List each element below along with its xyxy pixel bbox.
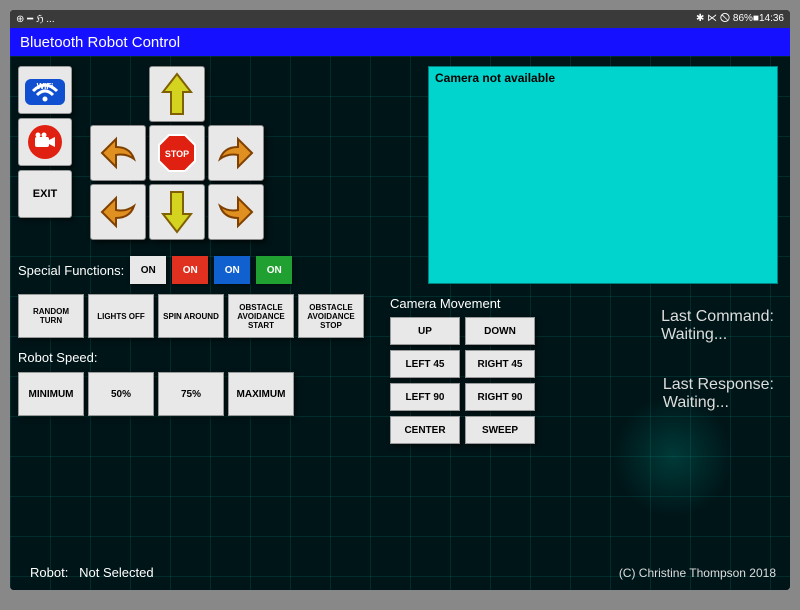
special-toggle-2[interactable]: ON bbox=[172, 256, 208, 284]
arrow-curve-back-left-icon bbox=[94, 188, 142, 236]
cam-down-button[interactable]: DOWN bbox=[465, 317, 535, 345]
special-toggle-4[interactable]: ON bbox=[256, 256, 292, 284]
last-response-value: Waiting... bbox=[663, 394, 774, 412]
dpad-up[interactable] bbox=[149, 66, 205, 122]
obstacle-stop-button[interactable]: OBSTACLE AVOIDANCE STOP bbox=[298, 294, 364, 338]
dpad-down[interactable] bbox=[149, 184, 205, 240]
camera-record-icon bbox=[23, 123, 67, 161]
special-toggle-3[interactable]: ON bbox=[214, 256, 250, 284]
camera-movement-panel: Camera Movement UP DOWN LEFT 45 RIGHT 45… bbox=[390, 296, 535, 444]
copyright: (C) Christine Thompson 2018 bbox=[619, 566, 776, 580]
svg-text:STOP: STOP bbox=[165, 149, 189, 159]
speed-min-button[interactable]: MINIMUM bbox=[18, 372, 84, 416]
wifi-button[interactable]: WiFi bbox=[18, 66, 72, 114]
dpad-stop[interactable]: STOP bbox=[149, 125, 205, 181]
app-title: Bluetooth Robot Control bbox=[20, 34, 180, 51]
arrow-curve-right-icon bbox=[212, 129, 260, 177]
wifi-icon: WiFi bbox=[23, 71, 67, 109]
direction-pad: STOP bbox=[90, 66, 264, 240]
special-toggle-1[interactable]: ON bbox=[130, 256, 166, 284]
robot-selection: Robot: Not Selected bbox=[30, 565, 154, 580]
dpad-back-left[interactable] bbox=[90, 184, 146, 240]
last-response: Last Response: Waiting... bbox=[663, 376, 774, 412]
cam-left90-button[interactable]: LEFT 90 bbox=[390, 383, 460, 411]
status-bar: ⊕ ━ ℌ ... ✱ ⋉ 🛇 86%■14:36 bbox=[10, 10, 790, 28]
status-left: ⊕ ━ ℌ ... bbox=[16, 14, 55, 25]
arrow-down-icon bbox=[157, 188, 197, 236]
speed-75-button[interactable]: 75% bbox=[158, 372, 224, 416]
arrow-up-icon bbox=[157, 70, 197, 118]
speed-max-button[interactable]: MAXIMUM bbox=[228, 372, 294, 416]
svg-text:WiFi: WiFi bbox=[37, 82, 54, 91]
stop-icon: STOP bbox=[155, 131, 199, 175]
exit-label: EXIT bbox=[33, 188, 57, 200]
function-row: RANDOM TURN LIGHTS OFF SPIN AROUND OBSTA… bbox=[18, 294, 364, 338]
random-turn-button[interactable]: RANDOM TURN bbox=[18, 294, 84, 338]
lights-off-button[interactable]: LIGHTS OFF bbox=[88, 294, 154, 338]
last-response-label: Last Response: bbox=[663, 376, 774, 394]
cam-up-button[interactable]: UP bbox=[390, 317, 460, 345]
dpad-right[interactable] bbox=[208, 125, 264, 181]
last-command-value: Waiting... bbox=[661, 326, 774, 344]
obstacle-start-button[interactable]: OBSTACLE AVOIDANCE START bbox=[228, 294, 294, 338]
exit-button[interactable]: EXIT bbox=[18, 170, 72, 218]
record-button[interactable] bbox=[18, 118, 72, 166]
camera-message: Camera not available bbox=[435, 71, 555, 85]
robot-label: Robot: bbox=[30, 565, 68, 580]
cam-right90-button[interactable]: RIGHT 90 bbox=[465, 383, 535, 411]
dpad-back-right[interactable] bbox=[208, 184, 264, 240]
special-functions-row: Special Functions: ON ON ON ON bbox=[18, 256, 292, 284]
last-command-label: Last Command: bbox=[661, 308, 774, 326]
cam-center-button[interactable]: CENTER bbox=[390, 416, 460, 444]
camera-movement-label: Camera Movement bbox=[390, 296, 535, 311]
arrow-curve-left-icon bbox=[94, 129, 142, 177]
arrow-curve-back-right-icon bbox=[212, 188, 260, 236]
last-command: Last Command: Waiting... bbox=[661, 308, 774, 344]
speed-50-button[interactable]: 50% bbox=[88, 372, 154, 416]
robot-value: Not Selected bbox=[79, 565, 153, 580]
speed-row: MINIMUM 50% 75% MAXIMUM bbox=[18, 372, 294, 416]
special-label: Special Functions: bbox=[18, 263, 124, 278]
status-right: ✱ ⋉ 🛇 86%■14:36 bbox=[696, 11, 784, 28]
spin-around-button[interactable]: SPIN AROUND bbox=[158, 294, 224, 338]
cam-left45-button[interactable]: LEFT 45 bbox=[390, 350, 460, 378]
cam-sweep-button[interactable]: SWEEP bbox=[465, 416, 535, 444]
camera-view: Camera not available bbox=[428, 66, 778, 284]
speed-label: Robot Speed: bbox=[18, 350, 98, 365]
cam-right45-button[interactable]: RIGHT 45 bbox=[465, 350, 535, 378]
dpad-left[interactable] bbox=[90, 125, 146, 181]
app-title-bar: Bluetooth Robot Control bbox=[10, 28, 790, 56]
